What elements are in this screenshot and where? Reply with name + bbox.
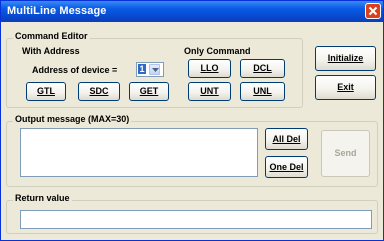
dropdown-button[interactable] bbox=[149, 64, 160, 75]
one-del-button[interactable]: One Del bbox=[265, 156, 308, 178]
address-of-device-label: Address of device = bbox=[32, 65, 118, 75]
exit-button[interactable]: Exit bbox=[315, 75, 376, 100]
initialize-button[interactable]: Initialize bbox=[315, 46, 376, 71]
unl-button[interactable]: UNL bbox=[240, 82, 285, 101]
window-title: MultiLine Message bbox=[7, 5, 107, 17]
dcl-button[interactable]: DCL bbox=[240, 59, 285, 78]
chevron-down-icon bbox=[152, 68, 159, 72]
get-button[interactable]: GET bbox=[129, 82, 169, 101]
output-message-label: Output message (MAX=30) bbox=[13, 114, 132, 124]
address-select[interactable]: 1 bbox=[136, 62, 164, 77]
command-editor-label: Command Editor bbox=[13, 31, 90, 41]
address-select-value: 1 bbox=[138, 64, 146, 74]
title-bar[interactable]: MultiLine Message bbox=[1, 1, 383, 22]
return-value-label: Return value bbox=[13, 193, 72, 203]
gtl-button[interactable]: GTL bbox=[26, 82, 66, 101]
only-command-label: Only Command bbox=[184, 46, 251, 56]
sdc-button[interactable]: SDC bbox=[78, 82, 120, 101]
close-button[interactable] bbox=[365, 3, 381, 19]
send-button[interactable]: Send bbox=[321, 130, 370, 177]
output-message-field[interactable] bbox=[20, 128, 258, 177]
multiline-message-window: MultiLine Message Command Editor With Ad… bbox=[0, 0, 384, 241]
close-x-icon bbox=[368, 6, 378, 16]
all-del-button[interactable]: All Del bbox=[265, 128, 308, 150]
with-address-label: With Address bbox=[22, 46, 80, 56]
llo-button[interactable]: LLO bbox=[188, 59, 231, 78]
unt-button[interactable]: UNT bbox=[188, 82, 231, 101]
return-value-field[interactable] bbox=[20, 210, 372, 229]
